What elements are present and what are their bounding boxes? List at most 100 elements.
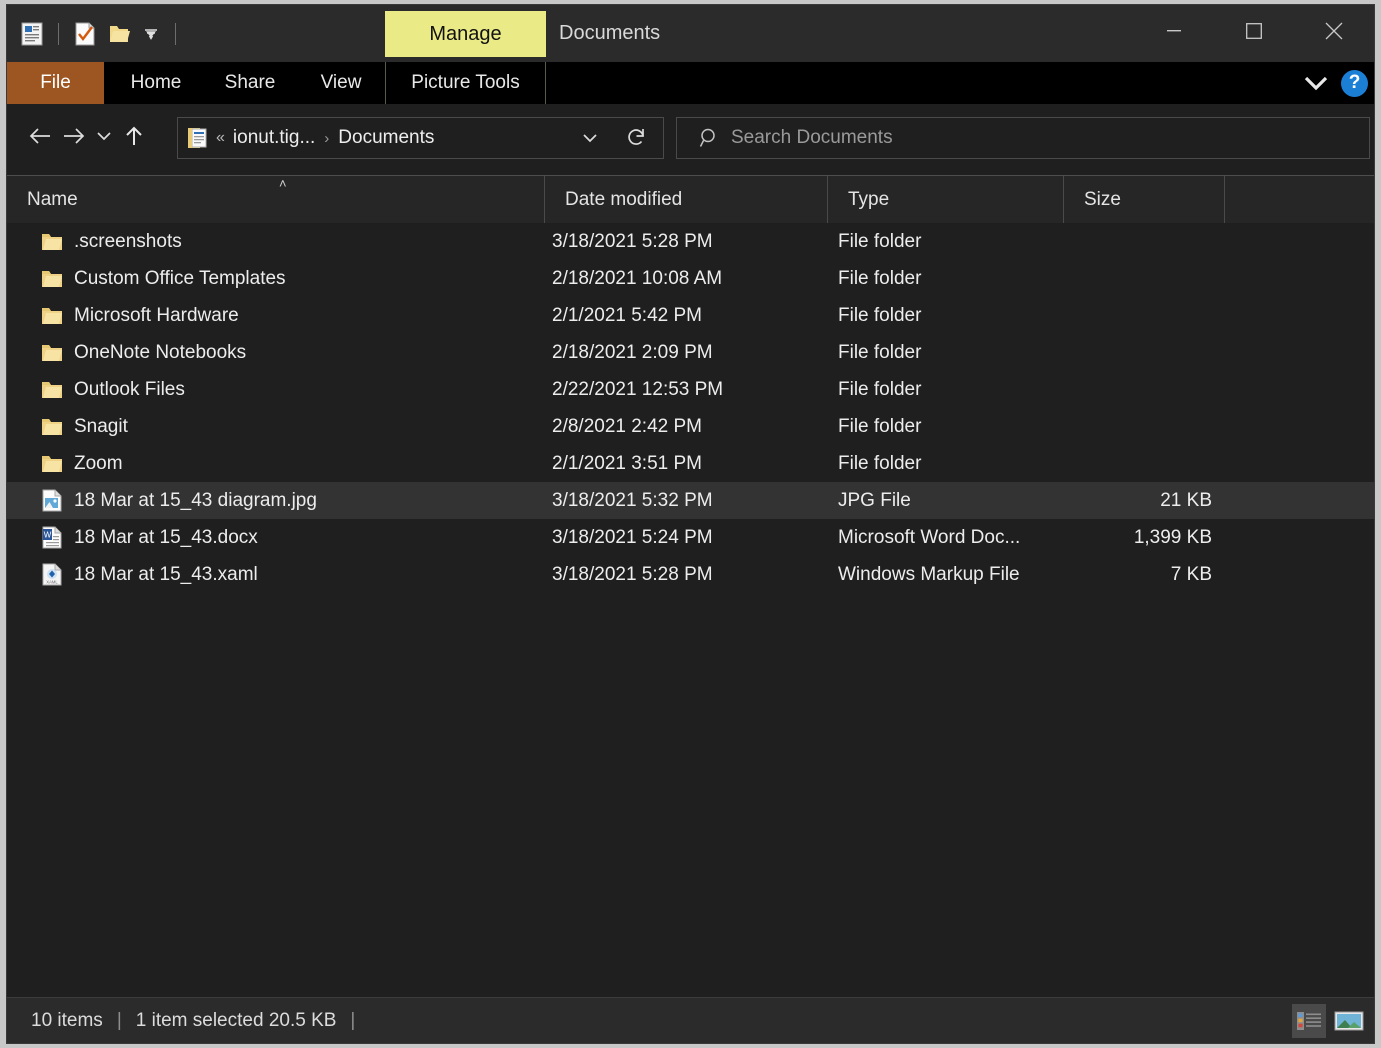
table-row[interactable]: Outlook Files2/22/2021 12:53 PMFile fold…	[7, 371, 1374, 408]
customize-dropdown-icon[interactable]	[138, 19, 164, 49]
breadcrumb-overflow-icon[interactable]: «	[216, 129, 225, 147]
cell-date-modified: 3/18/2021 5:24 PM	[552, 527, 713, 549]
search-bar[interactable]: Search Documents	[676, 117, 1370, 159]
cell-type: File folder	[838, 416, 921, 438]
file-name-label: Zoom	[74, 453, 123, 475]
table-row[interactable]: Custom Office Templates2/18/2021 10:08 A…	[7, 260, 1374, 297]
column-header-name[interactable]: Name	[7, 176, 545, 224]
folder-icon	[41, 416, 63, 438]
cell-name[interactable]: 18 Mar at 15_43 diagram.jpg	[41, 490, 317, 512]
cell-type: File folder	[838, 305, 921, 327]
cell-date-modified: 2/22/2021 12:53 PM	[552, 379, 723, 401]
word-file-icon: W	[41, 527, 63, 549]
xaml-file-icon: XAML	[41, 564, 63, 586]
tab-picture-tools[interactable]: Picture Tools	[385, 62, 546, 104]
search-icon	[699, 127, 721, 149]
window-controls	[1134, 5, 1374, 57]
explorer-properties-icon[interactable]	[17, 17, 47, 51]
cell-name[interactable]: Snagit	[41, 416, 128, 438]
file-name-label: Snagit	[74, 416, 128, 438]
window-title: Documents	[559, 5, 660, 62]
status-separator-1: |	[117, 1010, 122, 1032]
cell-name[interactable]: OneNote Notebooks	[41, 342, 246, 364]
address-bar[interactable]: « ionut.tig... › Documents	[177, 117, 664, 159]
cell-size: 21 KB	[1067, 490, 1212, 512]
table-row[interactable]: Snagit2/8/2021 2:42 PMFile folder	[7, 408, 1374, 445]
tab-share[interactable]: Share	[205, 62, 295, 104]
status-bar: 10 items | 1 item selected 20.5 KB |	[7, 997, 1374, 1043]
cell-date-modified: 3/18/2021 5:28 PM	[552, 231, 713, 253]
ribbon-right-controls: ?	[1299, 62, 1368, 104]
table-row[interactable]: Zoom 2/1/2021 3:51 PM File folder	[7, 445, 1374, 482]
column-header-size-label: Size	[1084, 189, 1121, 211]
svg-text:W: W	[44, 531, 52, 540]
table-row[interactable]: 18 Mar at 15_43 diagram.jpg3/18/2021 5:3…	[7, 482, 1374, 519]
file-name-label: 18 Mar at 15_43.xaml	[74, 564, 258, 586]
title-bar: Manage Documents	[7, 5, 1374, 62]
maximize-button[interactable]	[1214, 5, 1294, 57]
cell-type: File folder	[838, 453, 921, 475]
cell-date-modified: 2/1/2021 3:51 PM	[552, 453, 702, 475]
minimize-button[interactable]	[1134, 5, 1214, 57]
column-header-date-modified[interactable]: Date modified	[545, 176, 828, 224]
help-button[interactable]: ?	[1341, 70, 1368, 97]
folder-icon	[41, 453, 63, 475]
table-row[interactable]: XAML18 Mar at 15_43.xaml3/18/2021 5:28 P…	[7, 556, 1374, 593]
ribbon-tab-strip: File Home Share View Picture Tools ?	[7, 62, 1374, 104]
column-header-type-label: Type	[848, 189, 889, 211]
cell-size: 7 KB	[1067, 564, 1212, 586]
checklist-icon[interactable]	[70, 17, 100, 51]
documents-folder-icon	[187, 126, 209, 150]
up-button[interactable]	[117, 116, 151, 156]
column-header-size[interactable]: Size	[1064, 176, 1225, 224]
breadcrumb-segment-documents[interactable]: Documents	[338, 127, 434, 149]
cell-type: File folder	[838, 268, 921, 290]
chevron-down-icon[interactable]	[1299, 66, 1333, 100]
close-button[interactable]	[1294, 5, 1374, 57]
back-button[interactable]	[23, 116, 57, 156]
jpg-file-icon	[41, 490, 63, 512]
refresh-icon[interactable]	[615, 118, 659, 158]
table-row[interactable]: W18 Mar at 15_43.docx3/18/2021 5:24 PMMi…	[7, 519, 1374, 556]
status-selection-info: 1 item selected 20.5 KB	[136, 1010, 337, 1032]
folder-icon	[41, 379, 63, 401]
tab-file[interactable]: File	[7, 62, 104, 104]
breadcrumb-separator-icon[interactable]: ›	[324, 130, 329, 147]
cell-name[interactable]: W18 Mar at 15_43.docx	[41, 527, 258, 549]
file-name-label: .screenshots	[74, 231, 182, 253]
address-dropdown-icon[interactable]	[573, 118, 607, 158]
breadcrumb-segment-user[interactable]: ionut.tig...	[233, 127, 315, 149]
tab-home[interactable]: Home	[112, 62, 200, 104]
file-name-label: Microsoft Hardware	[74, 305, 239, 327]
table-row[interactable]: .screenshots3/18/2021 5:28 PMFile folder	[7, 223, 1374, 260]
recent-locations-button[interactable]	[91, 116, 117, 156]
column-header-name-label: Name	[27, 189, 78, 211]
navigation-bar: « ionut.tig... › Documents Search	[7, 104, 1374, 168]
contextual-tab-manage[interactable]: Manage	[385, 11, 546, 57]
status-separator-2: |	[350, 1010, 355, 1032]
search-input[interactable]: Search Documents	[731, 127, 893, 149]
forward-button[interactable]	[57, 116, 91, 156]
file-name-label: Custom Office Templates	[74, 268, 286, 290]
large-icons-view-button[interactable]	[1332, 1004, 1366, 1038]
cell-name[interactable]: Microsoft Hardware	[41, 305, 239, 327]
cell-type: File folder	[838, 342, 921, 364]
quick-access-toolbar	[7, 5, 183, 62]
view-mode-buttons	[1292, 998, 1366, 1044]
column-header-date-label: Date modified	[565, 189, 682, 211]
cell-type: Windows Markup File	[838, 564, 1020, 586]
cell-name[interactable]: Custom Office Templates	[41, 268, 286, 290]
cell-date-modified: 2/18/2021 2:09 PM	[552, 342, 713, 364]
cell-name[interactable]: Outlook Files	[41, 379, 185, 401]
table-row[interactable]: OneNote Notebooks 2/18/2021 2:09 PM File f…	[7, 334, 1374, 371]
table-row[interactable]: Microsoft Hardware2/1/2021 5:42 PMFile f…	[7, 297, 1374, 334]
new-folder-icon[interactable]	[104, 17, 134, 51]
column-header-type[interactable]: Type	[828, 176, 1064, 224]
cell-name[interactable]: .screenshots	[41, 231, 182, 253]
tab-view[interactable]: View	[302, 62, 380, 104]
file-name-label: Outlook Files	[74, 379, 185, 401]
cell-name[interactable]: Zoom	[41, 453, 123, 475]
file-list[interactable]: .screenshots 3/18/2021 5:28 PM File folder…	[7, 223, 1374, 997]
cell-name[interactable]: XAML 18 Mar at 15_43.xaml	[41, 564, 258, 586]
details-view-button[interactable]	[1292, 1004, 1326, 1038]
